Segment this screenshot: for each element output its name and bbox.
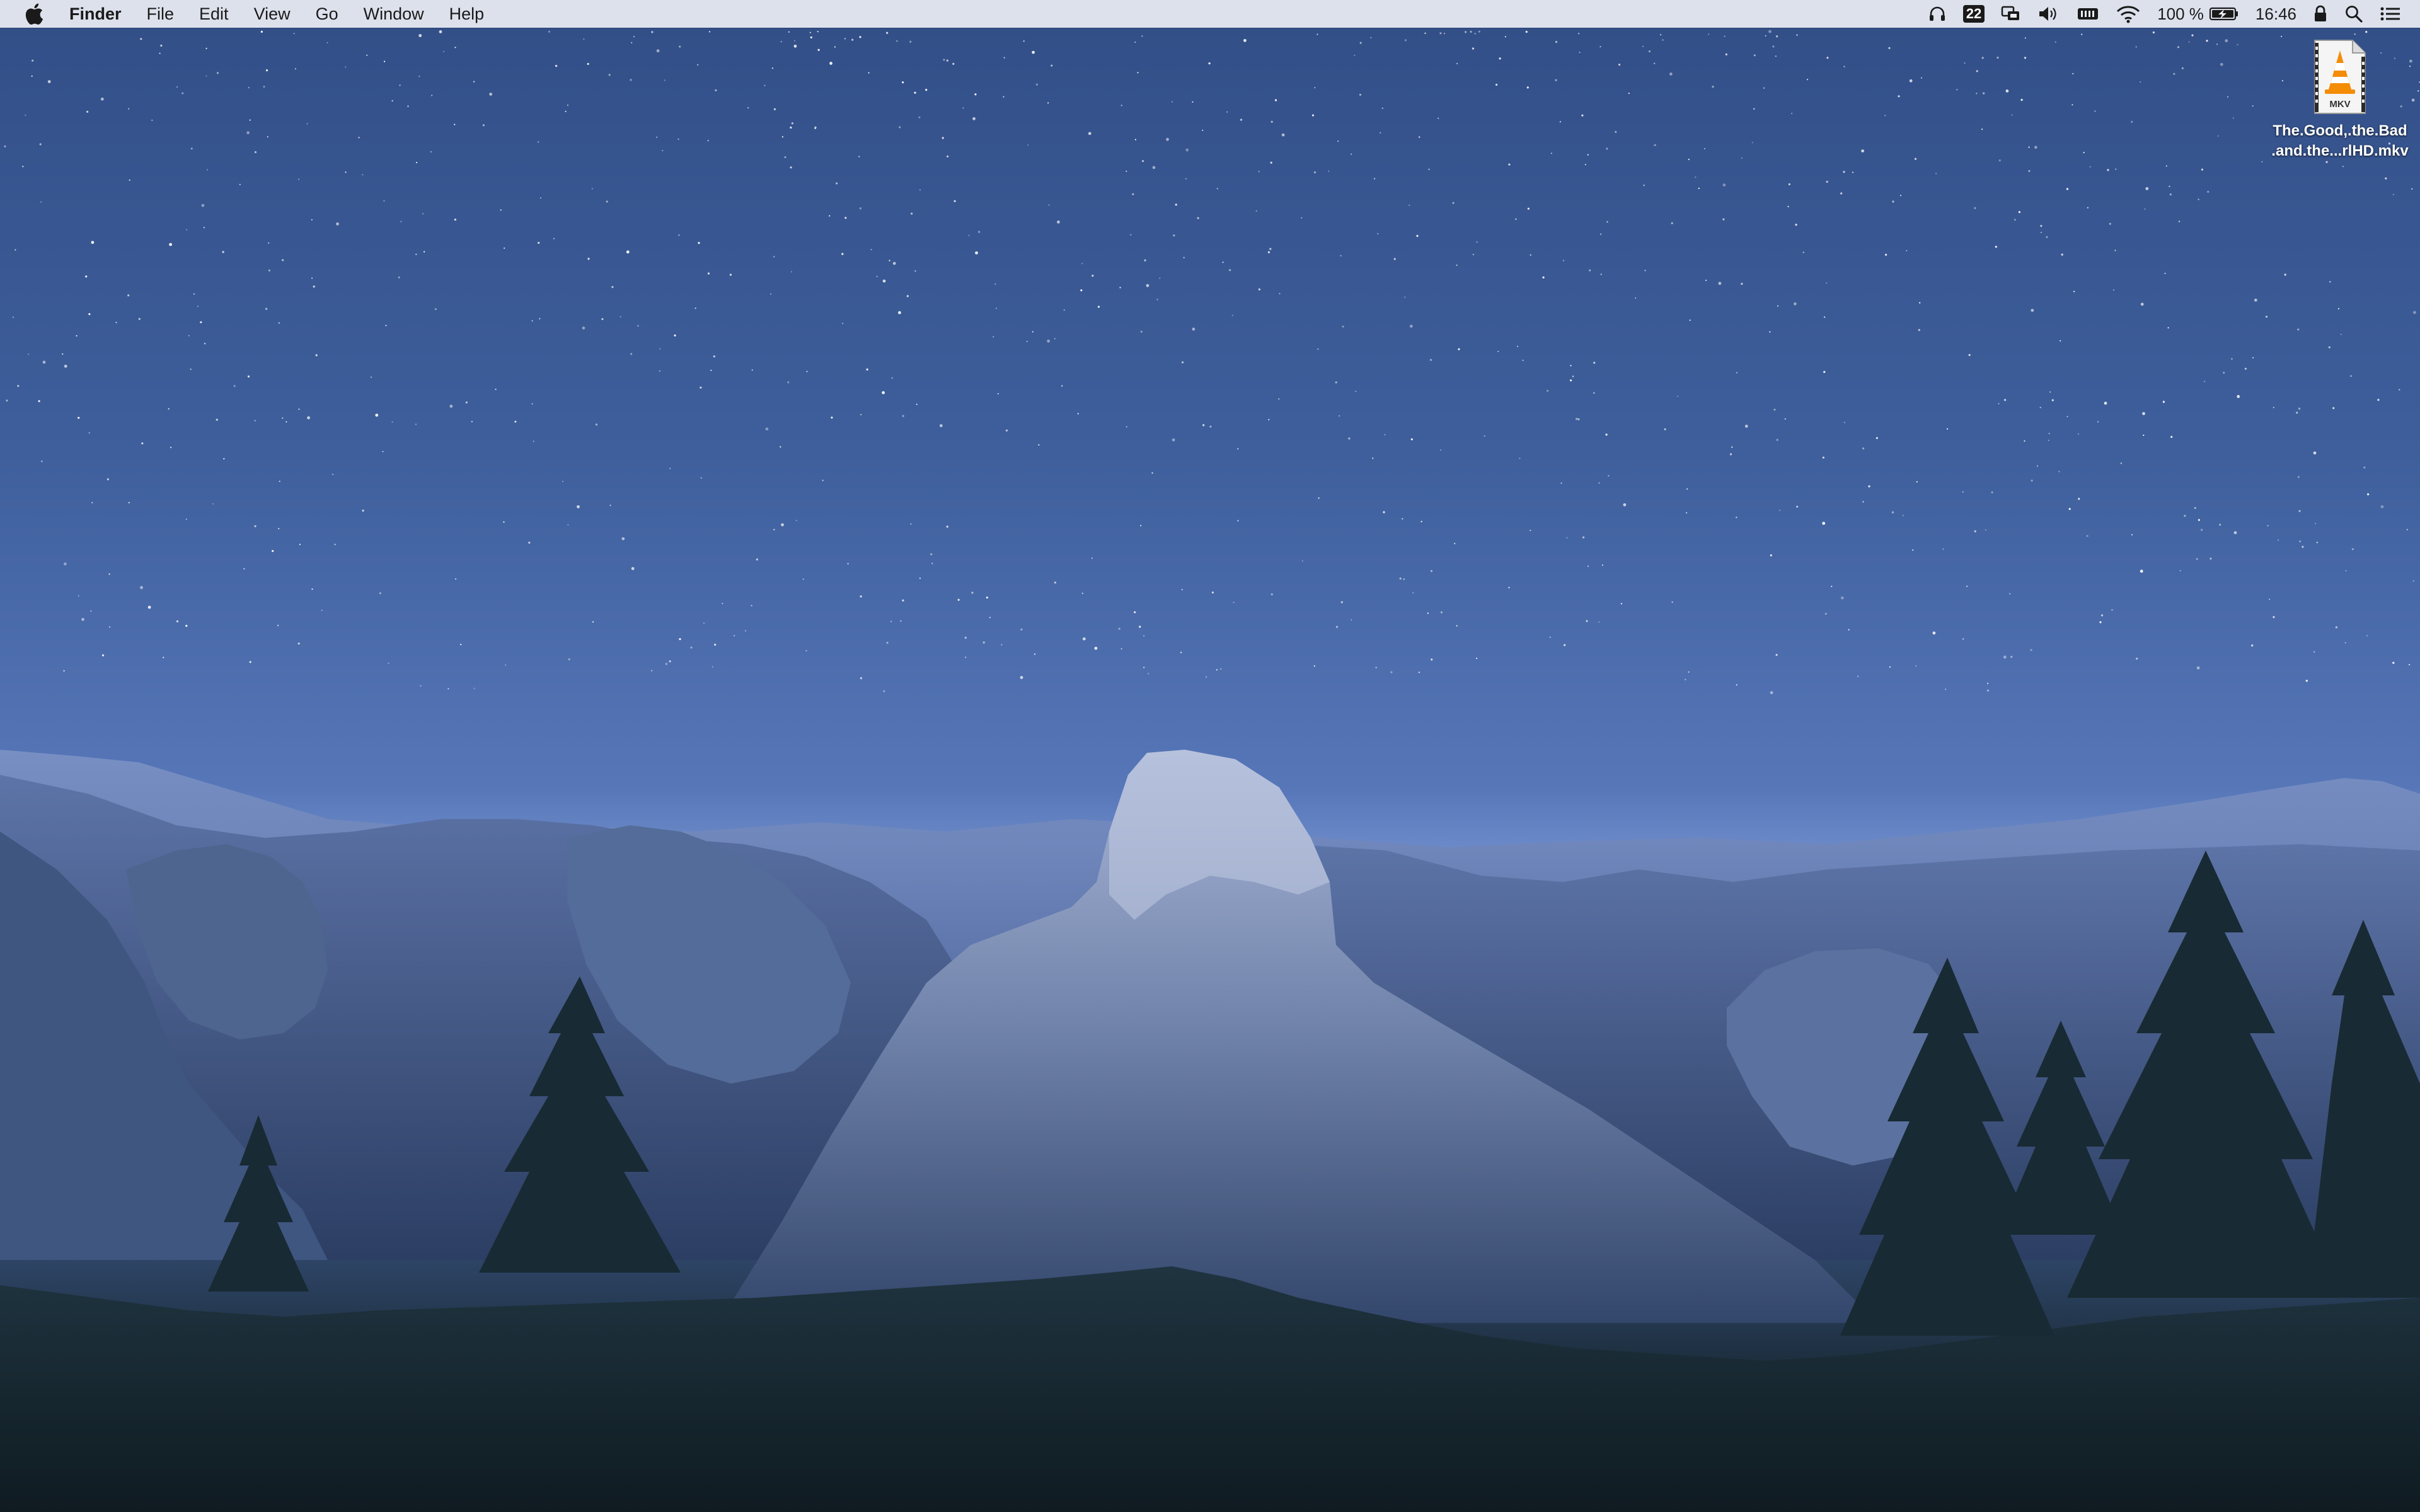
- menu-edit[interactable]: Edit: [187, 0, 241, 28]
- file-label-line1: The.Good,.the.Bad: [2273, 122, 2407, 139]
- wifi-icon[interactable]: [2116, 0, 2141, 28]
- menu-help[interactable]: Help: [437, 0, 497, 28]
- battery-status[interactable]: 100 %: [2157, 0, 2239, 28]
- spotlight-search-icon[interactable]: [2344, 0, 2363, 28]
- notification-center-icon[interactable]: [2380, 0, 2401, 28]
- vlc-cone-icon: MKV: [2314, 40, 2366, 114]
- volume-icon[interactable]: [2037, 0, 2060, 28]
- desktop-file-label: The.Good,.the.Bad .and.the...rlHD.mkv: [2258, 121, 2420, 161]
- stars: [4, 30, 2420, 694]
- battery-percentage: 100 %: [2157, 4, 2204, 23]
- screen-share-icon[interactable]: [2001, 0, 2021, 28]
- menu-bar: Finder File Edit View Go Window Help 22: [0, 0, 2420, 28]
- clock-time: 16:46: [2255, 4, 2296, 23]
- battery-charging-icon: [2209, 7, 2238, 21]
- calendar-day: 22: [1962, 5, 1985, 23]
- desktop-file-mkv[interactable]: MKV The.Good,.the.Bad .and.the...rlHD.mk…: [2255, 38, 2420, 161]
- lock-icon[interactable]: [2313, 0, 2328, 28]
- menu-go[interactable]: Go: [303, 0, 351, 28]
- clock[interactable]: 16:46: [2256, 0, 2296, 28]
- foreground-forest: [0, 1266, 2420, 1512]
- headphones-icon[interactable]: [1928, 0, 1947, 28]
- menu-file[interactable]: File: [134, 0, 187, 28]
- desktop[interactable]: Finder File Edit View Go Window Help 22: [0, 0, 2420, 1512]
- menu-bar-status-area: 22 100 % 16:46: [1911, 0, 2420, 28]
- wallpaper-image: [0, 30, 2420, 1512]
- menu-view[interactable]: View: [241, 0, 303, 28]
- calendar-date-icon[interactable]: 22: [1962, 0, 1985, 28]
- menu-window[interactable]: Window: [351, 0, 437, 28]
- file-label-line2: .and.the...rlHD.mkv: [2271, 142, 2409, 159]
- menu-bar-left: Finder File Edit View Go Window Help: [0, 0, 497, 28]
- apple-logo-icon[interactable]: [23, 0, 45, 28]
- file-type-badge: MKV: [2329, 99, 2350, 110]
- memory-chip-icon[interactable]: [2077, 0, 2099, 28]
- menu-finder[interactable]: Finder: [67, 0, 134, 28]
